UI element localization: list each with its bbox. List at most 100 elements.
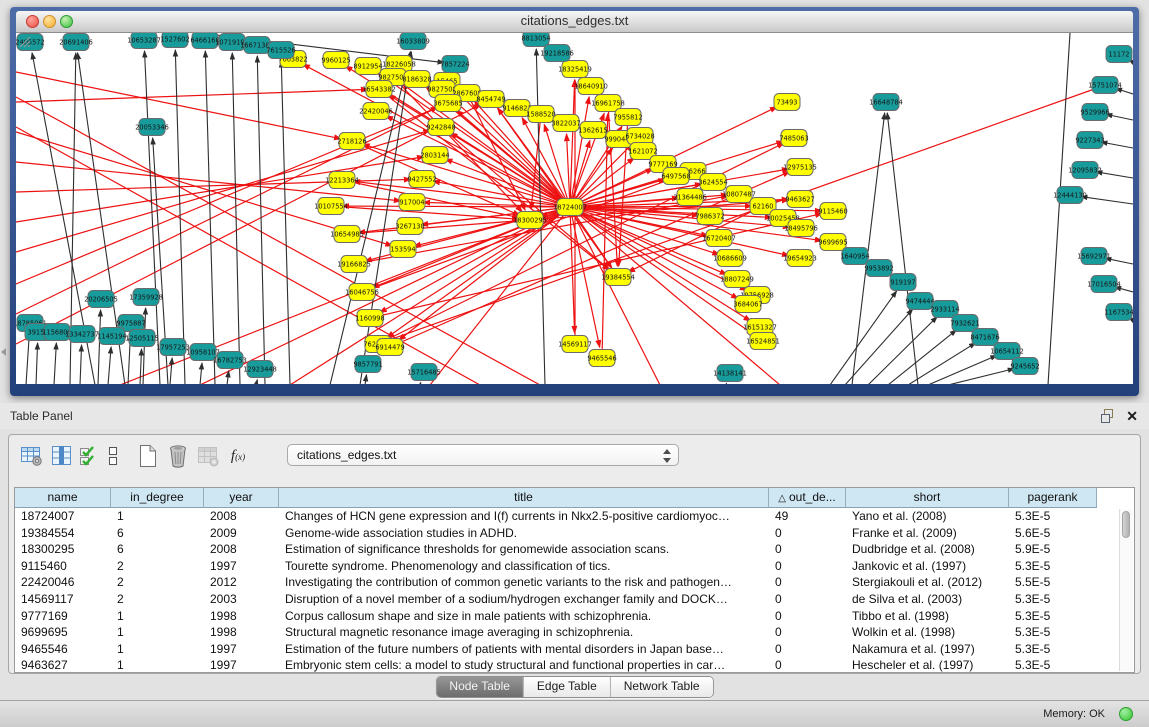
edge[interactable] xyxy=(948,369,1014,384)
network-node-2803144[interactable]: 2803144 xyxy=(420,147,449,164)
network-node-13342737[interactable]: 13342737 xyxy=(65,326,99,343)
table-row[interactable]: 2242004622012Investigating the contribut… xyxy=(15,574,1134,591)
network-node-10654112[interactable]: 10654112 xyxy=(990,343,1024,360)
network-node-11172[interactable]: 11172 xyxy=(1106,46,1132,63)
network-node-15751074[interactable]: 15751074 xyxy=(1088,77,1122,94)
network-node-12505115[interactable]: 12505115 xyxy=(125,330,159,347)
network-node-17016504[interactable]: 17016504 xyxy=(1087,276,1121,293)
edge[interactable] xyxy=(365,375,366,384)
network-node-14138141[interactable]: 14138141 xyxy=(713,365,747,382)
edge[interactable] xyxy=(928,355,997,384)
network-node-1640954[interactable]: 1640954 xyxy=(840,248,869,265)
network-node-12213364[interactable]: 12213364 xyxy=(325,172,359,189)
column-header-short[interactable]: short xyxy=(846,488,1009,508)
network-node-15716485[interactable]: 15716485 xyxy=(407,364,441,381)
edge[interactable] xyxy=(602,114,608,349)
network-node-17359928[interactable]: 17359928 xyxy=(129,289,163,306)
edge[interactable] xyxy=(16,107,438,284)
column-header-pagerank[interactable]: pagerank xyxy=(1009,488,1097,508)
network-node-16543382[interactable]: 16543382 xyxy=(362,81,396,98)
table-row[interactable]: 911546021997Tourette syndrome. Phenomeno… xyxy=(15,558,1134,575)
edge[interactable] xyxy=(16,130,430,252)
table-row[interactable]: 1830029562008Estimation of significance … xyxy=(15,541,1134,558)
network-node-9227343[interactable]: 9227343 xyxy=(1075,132,1104,149)
network-node-3675685[interactable]: 3675685 xyxy=(433,95,462,112)
network-node-14569117[interactable]: 14569117 xyxy=(558,336,592,353)
edge[interactable] xyxy=(1081,197,1133,204)
network-node-12975135[interactable]: 12975135 xyxy=(783,159,817,176)
window-zoom-button[interactable] xyxy=(60,15,73,28)
edge[interactable] xyxy=(420,383,421,384)
column-header-title[interactable]: title xyxy=(279,488,769,508)
network-node-20053346[interactable]: 20053346 xyxy=(135,119,169,136)
network-node-73493[interactable]: 73493 xyxy=(774,94,800,111)
scrollbar-thumb[interactable] xyxy=(1122,511,1130,538)
network-node-8912954[interactable]: 8912954 xyxy=(353,58,382,75)
table-row[interactable]: 969969511998Structural magnetic resonanc… xyxy=(15,624,1134,641)
network-node-9427552[interactable]: 9427552 xyxy=(407,171,436,188)
network-node-12444130[interactable]: 12444130 xyxy=(1053,187,1087,204)
table-row[interactable]: 946554611997Estimation of the future num… xyxy=(15,641,1134,658)
edge[interactable] xyxy=(170,358,172,384)
tab-network-table[interactable]: Network Table xyxy=(610,677,713,697)
edge[interactable] xyxy=(726,383,727,384)
network-node-7955812[interactable]: 7955812 xyxy=(613,109,642,126)
network-node-1527602[interactable]: 1527602 xyxy=(160,33,189,48)
network-node-19384554[interactable]: 19384554 xyxy=(601,269,635,286)
edge[interactable] xyxy=(80,345,82,384)
network-node-16782753[interactable]: 16782753 xyxy=(213,352,247,369)
network-node-9245652[interactable]: 9245652 xyxy=(1010,358,1039,375)
network-node-18807249[interactable]: 18807249 xyxy=(720,271,754,288)
network-node-6914479[interactable]: 6914479 xyxy=(375,339,404,356)
network-node-18724007[interactable]: 18724007 xyxy=(553,199,587,216)
network-node-9699695[interactable]: 9699695 xyxy=(818,234,847,251)
edge[interactable] xyxy=(16,157,424,222)
network-node-19218586[interactable]: 19218586 xyxy=(540,45,574,62)
network-node-19166825[interactable]: 19166825 xyxy=(337,256,371,273)
edge[interactable] xyxy=(908,343,976,384)
table-row[interactable]: 1938455462009Genome-wide association stu… xyxy=(15,525,1134,542)
network-node-18640910[interactable]: 18640910 xyxy=(574,78,608,95)
network-node-18300295[interactable]: 18300295 xyxy=(513,212,547,229)
network-node-16648784[interactable]: 16648784 xyxy=(869,94,903,111)
edge[interactable] xyxy=(200,363,202,384)
network-node-2718126[interactable]: 2718126 xyxy=(337,133,366,150)
network-node-10654985[interactable]: 10654985 xyxy=(330,226,364,243)
network-node-9960125[interactable]: 9960125 xyxy=(321,52,350,69)
edge[interactable] xyxy=(572,216,600,347)
network-node-8471676[interactable]: 8471676 xyxy=(970,329,999,346)
edge[interactable] xyxy=(140,349,142,384)
table-vertical-scrollbar[interactable] xyxy=(1119,509,1133,671)
table-settings-button[interactable] xyxy=(17,442,47,470)
edge[interactable] xyxy=(448,133,610,270)
network-node-9857791[interactable]: 9857791 xyxy=(353,356,382,373)
create-table-button[interactable] xyxy=(133,442,163,470)
network-node-8454749[interactable]: 8454749 xyxy=(476,91,505,108)
network-view-canvas[interactable]: 1872400776638229960125891295418226058982… xyxy=(16,33,1133,384)
panel-collapse-arrow-icon[interactable] xyxy=(1,348,6,356)
edge[interactable] xyxy=(1101,142,1133,148)
table-row[interactable]: 1872400712008Changes of HCN gene express… xyxy=(15,508,1134,525)
network-node-8813054[interactable]: 8813054 xyxy=(521,33,550,47)
edge[interactable] xyxy=(281,61,290,384)
delete-table-button[interactable] xyxy=(163,442,193,470)
show-columns-button[interactable] xyxy=(47,442,77,470)
edge[interactable] xyxy=(1106,114,1133,120)
network-node-16046756[interactable]: 16046756 xyxy=(345,284,379,301)
network-node-3684067[interactable]: 3684067 xyxy=(733,296,762,313)
edge[interactable] xyxy=(257,56,265,384)
edge[interactable] xyxy=(567,134,570,198)
window-close-button[interactable] xyxy=(26,15,39,28)
network-node-1145194[interactable]: 1145194 xyxy=(97,328,126,345)
select-all-columns-button[interactable] xyxy=(77,442,101,470)
network-node-19654923[interactable]: 19654923 xyxy=(783,250,817,267)
function-builder-button[interactable]: f(x) xyxy=(223,442,253,470)
edge[interactable] xyxy=(54,343,56,384)
network-node-10107554[interactable]: 10107554 xyxy=(314,198,348,215)
network-node-9529966[interactable]: 9529966 xyxy=(1080,104,1109,121)
window-minimize-button[interactable] xyxy=(43,15,56,28)
network-node-6497568[interactable]: 6497568 xyxy=(661,168,690,185)
network-node-1362615[interactable]: 1362615 xyxy=(578,122,607,139)
network-node-9463627[interactable]: 9463627 xyxy=(785,191,814,208)
edge[interactable] xyxy=(36,343,38,384)
